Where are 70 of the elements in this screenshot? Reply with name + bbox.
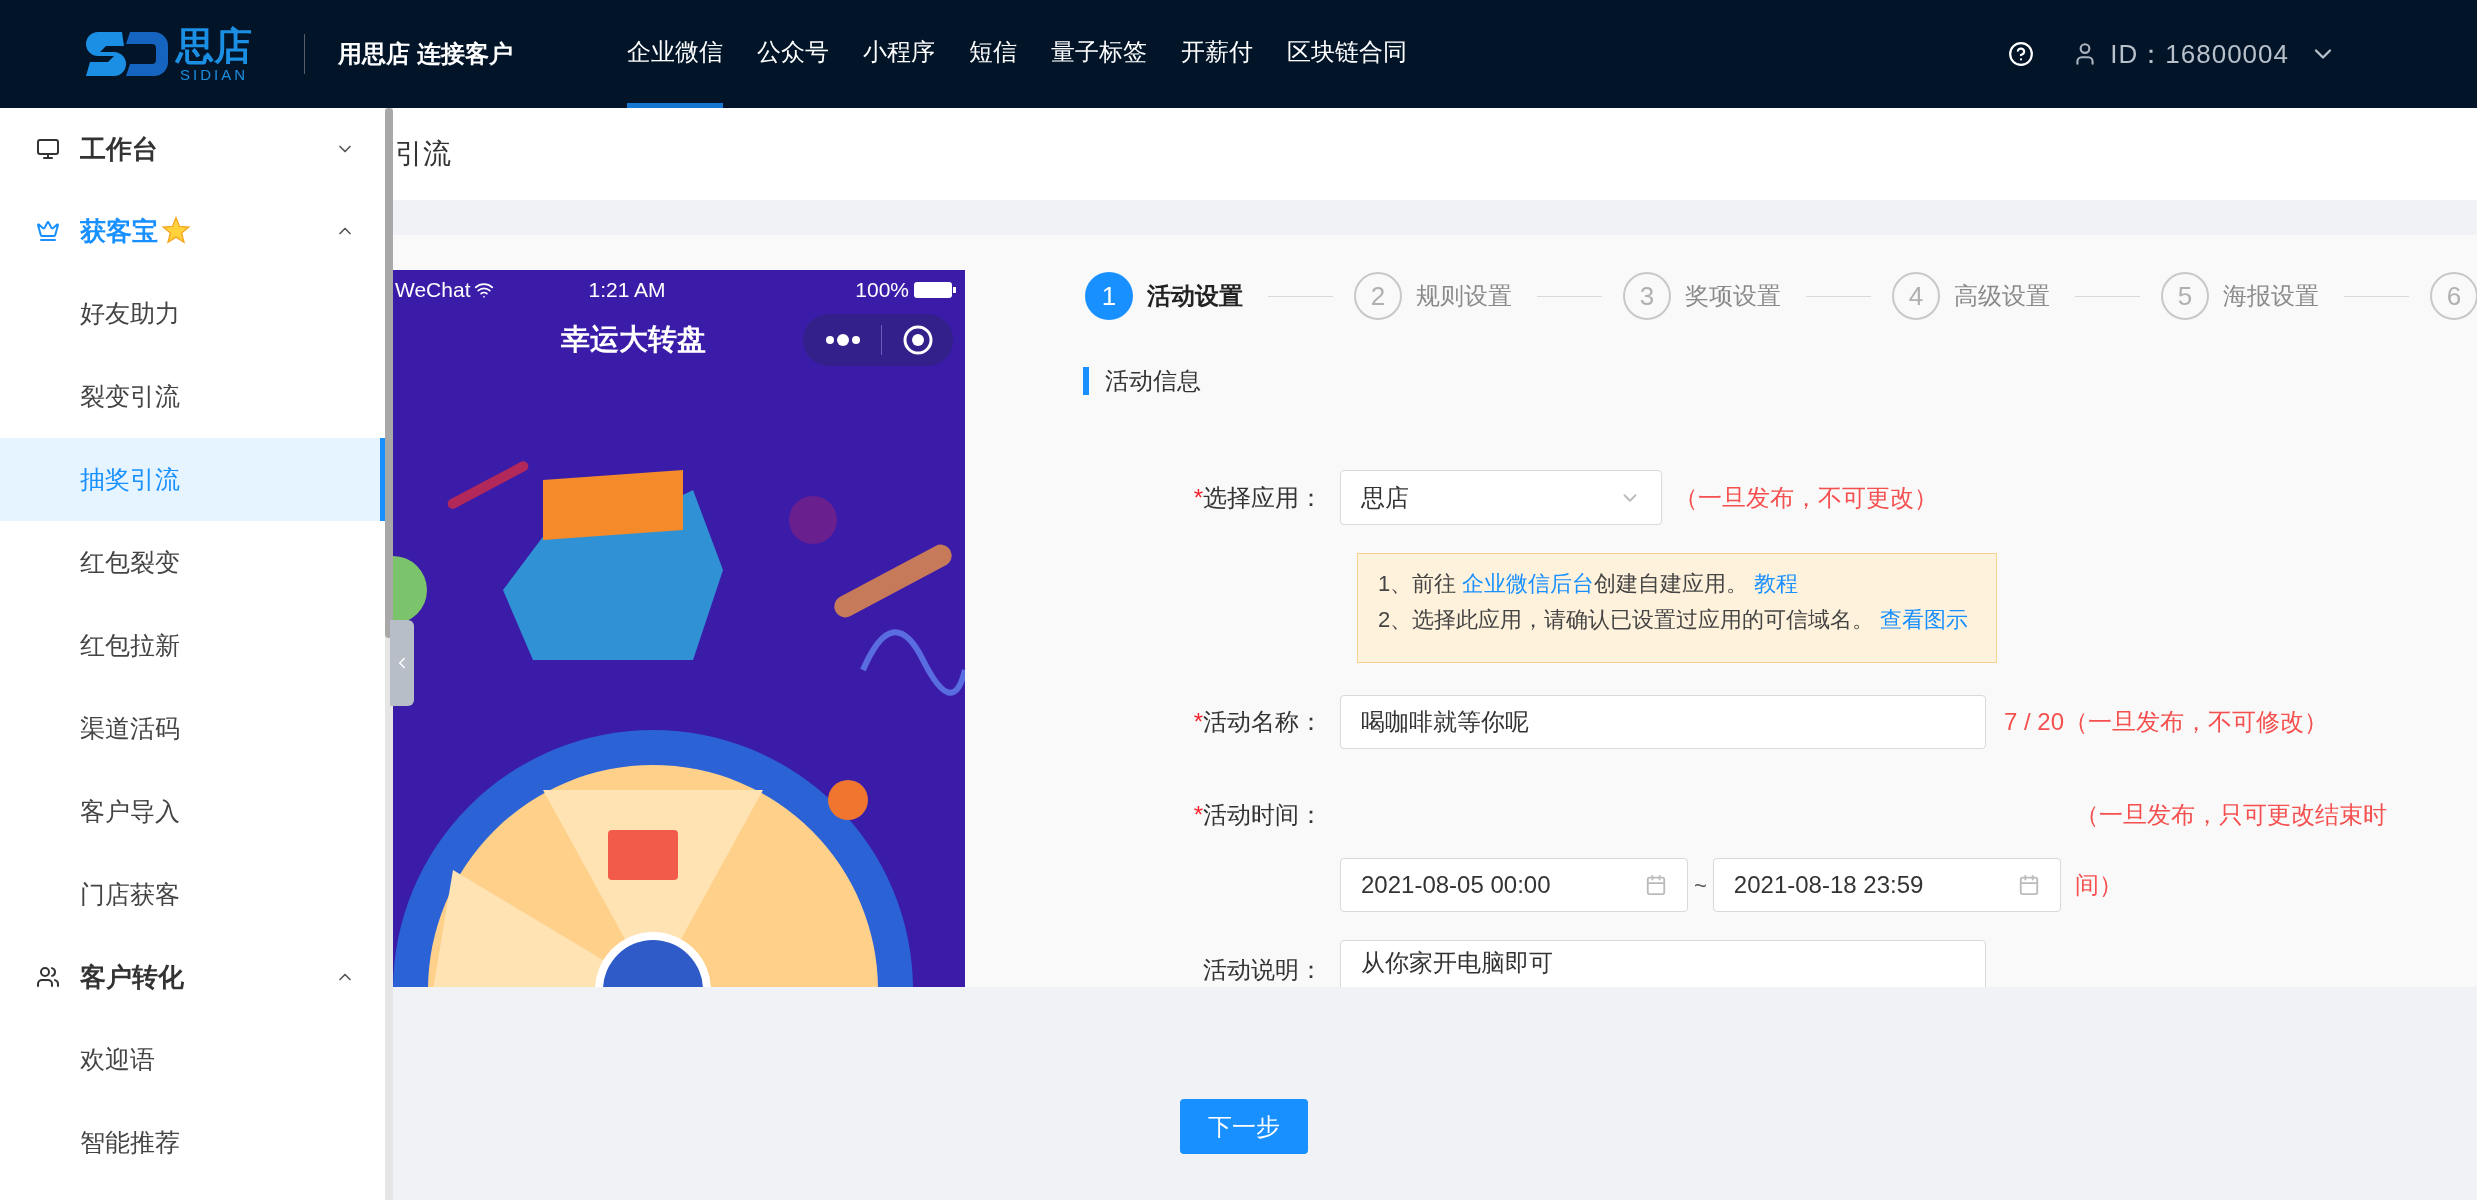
tagline: 用思店 连接客户 <box>338 39 513 69</box>
capsule-menu[interactable] <box>803 314 953 366</box>
field-label: *选择应用： <box>1192 482 1324 513</box>
step-label: 活动设置 <box>1147 281 1244 311</box>
menu-group[interactable]: 客户转化 <box>0 936 385 1018</box>
battery-label: 100% <box>855 277 909 304</box>
user-id[interactable]: ID：16800004 <box>2110 34 2289 74</box>
info-line: 1、前往 企业微信后台创建自建应用。 教程 <box>1378 570 1800 598</box>
field-label: *活动时间： <box>1192 800 1324 830</box>
field-note: （一旦发布，只可更改结束时间） <box>2074 800 2388 900</box>
logo-subtitle: SIDIAN <box>180 66 248 82</box>
calendar-icon <box>2017 874 2040 896</box>
menu-group-label: 工作台 <box>80 132 158 166</box>
description-textarea[interactable]: 从你家开电脑即可 <box>1340 940 1986 987</box>
logo-title: 思店 <box>176 26 252 65</box>
crown-icon <box>36 219 60 243</box>
nav-tab[interactable]: 小程序 <box>862 0 935 108</box>
menu-item[interactable]: 门店获客 <box>0 853 385 936</box>
menu-item[interactable]: 智能推荐 <box>0 1101 385 1184</box>
clock: 1:21 AM <box>588 277 666 304</box>
step-label: 奖项设置 <box>1685 281 1782 311</box>
page-title: 幸运大转盘 <box>561 322 706 358</box>
app-select[interactable]: 思店 <box>1340 470 1662 525</box>
nav-tab[interactable]: 开薪付 <box>1180 0 1253 108</box>
field-label: *活动名称： <box>1192 707 1324 737</box>
scrollbar-thumb[interactable] <box>385 108 393 638</box>
menu-item[interactable]: 渠道活码 <box>0 687 385 770</box>
carrier-label: WeChat <box>395 277 471 304</box>
menu-item[interactable]: 裂变引流 <box>0 355 385 438</box>
name-input[interactable]: 喝咖啡就等你呢 <box>1340 695 1986 749</box>
date-separator: ~ <box>1693 871 1708 900</box>
step-number: 3 <box>1623 272 1671 320</box>
info-line: 2、选择此应用，请确认已设置过应用的可信域名。 查看图示 <box>1378 606 1970 634</box>
collapse-handle[interactable] <box>390 620 414 706</box>
menu-item[interactable]: 客户导入 <box>0 770 385 853</box>
field-note: 7 / 20（一旦发布，不可修改） <box>2004 707 2329 737</box>
more-icon[interactable] <box>825 334 861 346</box>
step-label: 规则设置 <box>1416 281 1513 311</box>
section-title: 活动信息 <box>1105 366 1201 396</box>
nav-tab[interactable]: 区块链合同 <box>1286 0 1407 108</box>
help-icon[interactable] <box>2008 41 2035 67</box>
users-icon <box>36 965 60 989</box>
menu-group-label: 获客宝 <box>80 214 158 248</box>
menu-item[interactable]: 红包拉新 <box>0 604 385 687</box>
monitor-icon <box>36 137 60 161</box>
menu-item[interactable]: 好友助力 <box>0 272 385 355</box>
end-date-picker[interactable]: 2021-08-18 23:59 <box>1712 858 2061 912</box>
step-number: 6 <box>2430 272 2477 320</box>
field-label: 活动说明： <box>1202 955 1324 985</box>
battery-icon <box>913 281 957 299</box>
field-note: （一旦发布，不可更改） <box>1674 482 1938 513</box>
menu-item[interactable]: 欢迎语 <box>0 1018 385 1101</box>
record-icon[interactable] <box>902 324 934 356</box>
step-number: 1 <box>1085 272 1133 320</box>
breadcrumb-title: 引流 <box>395 137 451 171</box>
calendar-icon <box>1645 874 1667 896</box>
menu-group-label: 客户转化 <box>80 960 184 994</box>
wifi-icon <box>474 280 495 300</box>
nav-tab[interactable]: 短信 <box>968 0 1017 108</box>
step-number: 5 <box>2161 272 2209 320</box>
menu-item[interactable]: 红包裂变 <box>0 521 385 604</box>
step-number: 2 <box>1354 272 1402 320</box>
section-marker <box>1083 367 1089 395</box>
step-label: 高级设置 <box>1954 281 2051 311</box>
nav-tab[interactable]: 公众号 <box>756 0 829 108</box>
step-number: 4 <box>1892 272 1940 320</box>
nav-tab[interactable]: 量子标签 <box>1050 0 1147 108</box>
menu-group[interactable]: 工作台 <box>0 108 385 190</box>
start-date-picker[interactable]: 2021-08-05 00:00 <box>1340 858 1688 912</box>
step-label: 海报设置 <box>2223 281 2320 311</box>
